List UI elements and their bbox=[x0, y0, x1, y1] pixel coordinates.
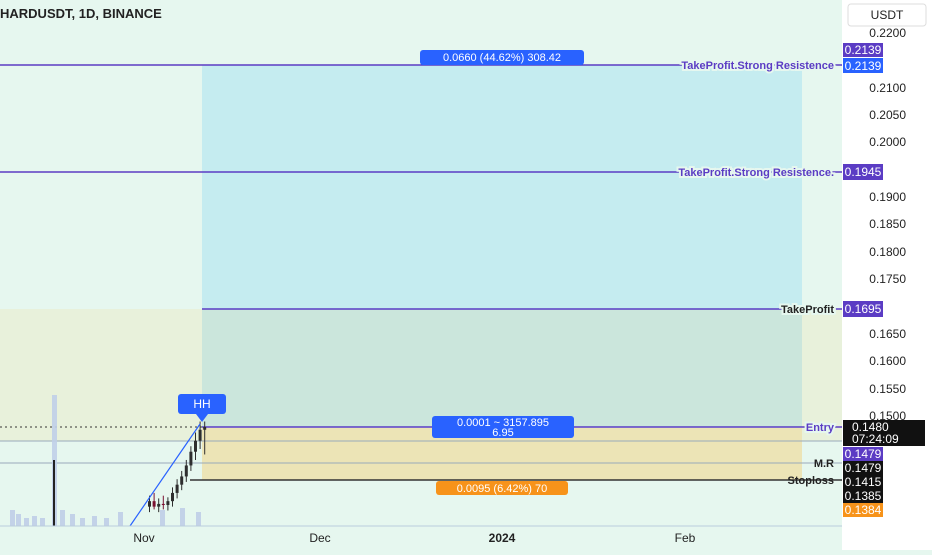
price-ticks: 0.2200 0.2100 0.2050 0.2000 0.1900 0.185… bbox=[869, 26, 906, 423]
volume-bar bbox=[24, 518, 29, 526]
month-label-nov: Nov bbox=[133, 531, 154, 545]
svg-text:0.2139: 0.2139 bbox=[845, 43, 882, 57]
candle-body bbox=[148, 501, 151, 507]
volume-bar bbox=[40, 518, 45, 526]
tp-strong-2-label: TakeProfit.Strong Resistence. bbox=[678, 167, 834, 179]
volume-bar bbox=[60, 510, 65, 526]
volume-bar bbox=[160, 510, 165, 526]
tp-label: TakeProfit bbox=[781, 304, 834, 316]
price-tick: 0.2100 bbox=[869, 81, 906, 95]
price-tag-tp-strong-1: 0.2139 bbox=[843, 58, 883, 73]
price-tag-orange-low: 0.1384 bbox=[843, 503, 883, 517]
month-label-dec: Dec bbox=[309, 531, 330, 545]
target-annotation[interactable]: 0.0660 (44.62%) 308.42 bbox=[420, 50, 584, 65]
profit-overlap-zone bbox=[202, 309, 802, 427]
price-tag-purple-low: 0.1479 bbox=[843, 447, 883, 461]
price-tag-tp-strong-2: 0.1945 bbox=[843, 164, 883, 180]
chart-root: HH 0.0660 (44.62%) 308.42 0.0001 ~ 3157.… bbox=[0, 0, 932, 550]
svg-text:0.1695: 0.1695 bbox=[845, 302, 882, 316]
chart-svg: HH 0.0660 (44.62%) 308.42 0.0001 ~ 3157.… bbox=[0, 0, 932, 550]
price-tick: 0.2050 bbox=[869, 108, 906, 122]
entry-annotation-line2: 6.95 bbox=[492, 427, 513, 439]
target-annotation-text: 0.0660 (44.62%) 308.42 bbox=[443, 52, 561, 64]
volume-bar bbox=[32, 516, 37, 526]
price-tag-low-1: 0.1385 bbox=[843, 489, 883, 503]
volume-bar bbox=[80, 518, 85, 526]
price-tick: 0.1650 bbox=[869, 327, 906, 341]
volume-bar bbox=[16, 514, 21, 526]
svg-text:0.1479: 0.1479 bbox=[845, 447, 882, 461]
price-tick: 0.1550 bbox=[869, 382, 906, 396]
stop-annotation-text: 0.0095 (6.42%) 70 bbox=[457, 483, 548, 495]
price-tag-entry: 0.1480 07:24:09 bbox=[843, 420, 925, 446]
tp-strong-1-label: TakeProfit.Strong Resistence bbox=[681, 60, 834, 72]
candle-body bbox=[189, 451, 193, 466]
entry-annotation[interactable]: 0.0001 ~ 3157.895 6.95 bbox=[432, 416, 574, 439]
currency-button[interactable]: USDT bbox=[847, 3, 927, 27]
currency-label: USDT bbox=[871, 8, 904, 22]
svg-text:0.1479: 0.1479 bbox=[845, 461, 882, 475]
candle-body bbox=[152, 501, 156, 507]
hh-label: HH bbox=[193, 397, 210, 411]
volume-bar bbox=[180, 508, 185, 526]
candle-body bbox=[184, 465, 188, 477]
mr-label: M.R bbox=[814, 458, 834, 470]
time-axis-background bbox=[0, 526, 842, 550]
month-label-feb: Feb bbox=[675, 531, 696, 545]
price-tick: 0.1900 bbox=[869, 190, 906, 204]
volume-bar bbox=[118, 512, 123, 526]
price-tick: 0.2000 bbox=[869, 135, 906, 149]
svg-text:0.1384: 0.1384 bbox=[845, 503, 882, 517]
candle-body bbox=[161, 503, 165, 506]
price-tag-tp: 0.1695 bbox=[843, 301, 883, 317]
candle-body bbox=[166, 501, 170, 506]
candle-body bbox=[203, 427, 207, 430]
month-label-2024: 2024 bbox=[489, 531, 516, 545]
candle-body bbox=[198, 429, 202, 441]
volume-bar bbox=[92, 516, 97, 526]
stop-annotation[interactable]: 0.0095 (6.42%) 70 bbox=[436, 481, 568, 495]
svg-text:0.1385: 0.1385 bbox=[845, 489, 882, 503]
price-tag-top-extra: 0.2139 bbox=[843, 43, 883, 57]
svg-text:0.1415: 0.1415 bbox=[845, 475, 882, 489]
stoploss-label: Stoploss bbox=[788, 475, 834, 487]
volume-bar bbox=[70, 514, 75, 526]
candle-body bbox=[175, 484, 179, 493]
candle-body bbox=[180, 476, 184, 485]
chart-title: HARDUSDT, 1D, BINANCE bbox=[0, 6, 162, 21]
svg-text:0.2139: 0.2139 bbox=[845, 59, 882, 73]
price-tick: 0.1750 bbox=[869, 272, 906, 286]
price-tick: 0.1800 bbox=[869, 245, 906, 259]
price-tag-mr: 0.1479 bbox=[843, 461, 883, 475]
price-tick: 0.2200 bbox=[869, 26, 906, 40]
candle-body bbox=[157, 503, 161, 507]
entry-label: Entry bbox=[806, 422, 835, 434]
volume-bar bbox=[10, 510, 15, 526]
price-tag-stoploss: 0.1415 bbox=[843, 475, 883, 489]
volume-bar bbox=[196, 512, 201, 526]
price-tick: 0.1850 bbox=[869, 217, 906, 231]
volume-bar bbox=[104, 518, 109, 526]
price-tick: 0.1600 bbox=[869, 354, 906, 368]
svg-text:07:24:09: 07:24:09 bbox=[852, 432, 899, 446]
candle-body bbox=[171, 492, 174, 502]
candle-body bbox=[194, 440, 197, 452]
svg-text:0.1945: 0.1945 bbox=[845, 165, 882, 179]
